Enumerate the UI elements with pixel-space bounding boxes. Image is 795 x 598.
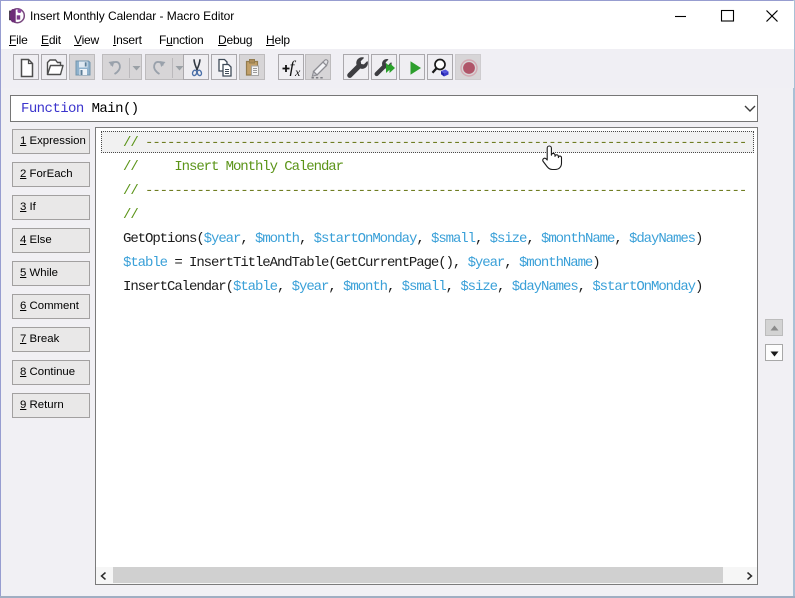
svg-text:x: x: [294, 65, 301, 79]
